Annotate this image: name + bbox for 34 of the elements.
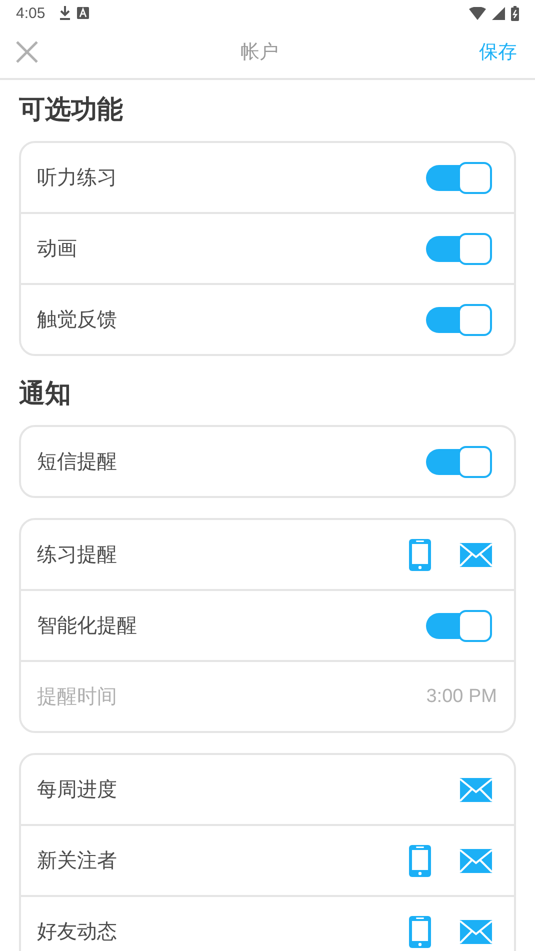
mail-icon[interactable] (460, 778, 492, 802)
toggle-switch[interactable] (426, 232, 492, 264)
download-icon (59, 6, 72, 20)
close-button[interactable] (14, 39, 40, 65)
setting-label: 智能化提醒 (37, 612, 138, 639)
mail-icon[interactable] (460, 920, 492, 944)
setting-label: 动画 (37, 235, 78, 262)
page-title: 帐户 (240, 40, 278, 65)
signal-icon (492, 6, 505, 20)
toggle-switch[interactable] (426, 446, 492, 478)
mail-icon[interactable] (460, 542, 492, 566)
setting-label: 触觉反馈 (37, 306, 118, 333)
setting-label: 短信提醒 (37, 448, 118, 475)
section-title: 可选功能 (19, 94, 124, 127)
phone-icon[interactable] (408, 844, 432, 878)
setting-label: 听力练习 (37, 164, 118, 191)
setting-label: 好友动态 (37, 918, 118, 945)
toggle-switch[interactable] (426, 162, 492, 194)
mail-icon[interactable] (460, 848, 492, 872)
phone-icon[interactable] (408, 914, 432, 948)
toggle-switch[interactable] (426, 610, 492, 642)
setting-label: 新关注者 (37, 847, 118, 874)
wifi-icon (469, 6, 486, 20)
phone-icon[interactable] (408, 538, 432, 572)
setting-label: 每周进度 (37, 776, 118, 803)
setting-label: 练习提醒 (37, 541, 118, 568)
keyboard-icon (77, 7, 90, 19)
save-button[interactable]: 保存 (479, 39, 517, 65)
toggle-switch[interactable] (426, 304, 492, 336)
section-title: 通知 (19, 378, 72, 411)
setting-label: 提醒时间 (37, 683, 118, 710)
time-value[interactable]: 3:00 PM (426, 686, 497, 708)
battery-icon (511, 6, 519, 20)
clock: 4:05 (16, 4, 46, 22)
